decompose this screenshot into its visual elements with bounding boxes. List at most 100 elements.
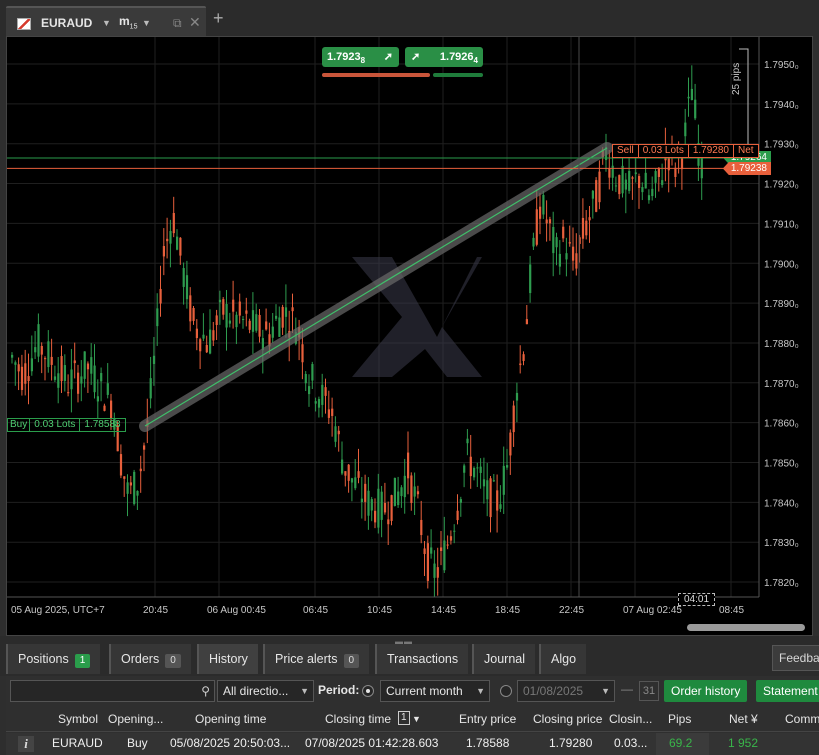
column-header-closing-time[interactable]: Closing time bbox=[325, 712, 391, 726]
chart-horizontal-scrollbar[interactable] bbox=[687, 624, 805, 631]
candle-body bbox=[684, 122, 687, 137]
buy-position-side: Buy bbox=[10, 419, 28, 430]
candle-body bbox=[47, 341, 50, 368]
sell-volume-bar bbox=[322, 73, 430, 77]
close-icon[interactable]: ✕ bbox=[189, 14, 201, 31]
candle-body bbox=[70, 369, 73, 390]
candle-body bbox=[86, 363, 90, 370]
candle-body bbox=[581, 217, 585, 239]
order-history-button[interactable]: Order history bbox=[664, 680, 748, 702]
candle-body bbox=[562, 226, 565, 239]
candle-body bbox=[199, 339, 202, 352]
tab-orders[interactable]: Orders 0 bbox=[109, 644, 191, 674]
add-tab-icon[interactable]: + bbox=[213, 8, 224, 29]
feedback-button[interactable]: Feedba bbox=[772, 645, 819, 671]
candle-body bbox=[192, 307, 195, 321]
buy-position-price: 1.78588 bbox=[79, 419, 124, 431]
candle-body bbox=[370, 499, 373, 511]
cell-direction: Buy bbox=[127, 736, 148, 750]
column-header-closing-price[interactable]: Closing price bbox=[533, 712, 602, 726]
candle-body bbox=[136, 490, 139, 496]
candle-body bbox=[57, 373, 60, 388]
info-icon[interactable]: i bbox=[18, 736, 34, 752]
direction-select[interactable]: All directio... ▼ bbox=[217, 680, 314, 702]
candle-body bbox=[50, 356, 53, 365]
sort-desc-icon[interactable]: ▼ bbox=[412, 714, 421, 724]
candle-body bbox=[119, 454, 123, 476]
candle-body bbox=[585, 220, 588, 236]
column-header-opening-time[interactable]: Opening time bbox=[195, 712, 266, 726]
detach-icon[interactable]: ⧉ bbox=[173, 16, 182, 31]
candle-body bbox=[624, 179, 627, 190]
period-select[interactable]: Current month ▼ bbox=[380, 680, 490, 702]
buy-position-marker[interactable]: Buy 0.03 Lots 1.78588 bbox=[7, 418, 126, 432]
chevron-down-icon: ▼ bbox=[476, 686, 485, 696]
candle-body bbox=[20, 366, 24, 390]
candle-body bbox=[552, 226, 555, 254]
date-from-field[interactable]: 01/08/2025 ▼ bbox=[517, 680, 615, 702]
table-row[interactable]: i EURAUD Buy 05/08/2025 20:50:03... 07/0… bbox=[6, 733, 819, 755]
price-tick-label: 1.7840₀ bbox=[764, 498, 799, 509]
price-chart[interactable]: 1.7950₀ 1.7940₀ 1.7930₀ 1.7920₀ 1.7910₀ 1.790… bbox=[6, 36, 813, 636]
candle-countdown: 04:01 bbox=[678, 593, 715, 606]
candle-body bbox=[456, 510, 459, 521]
search-input[interactable]: ⚲ bbox=[10, 680, 215, 702]
candle-body bbox=[426, 543, 429, 581]
price-tick-label: 1.7900₀ bbox=[764, 259, 799, 270]
buy-quote-button[interactable]: ➚ 1.79264 bbox=[405, 47, 483, 67]
candle-body bbox=[555, 237, 558, 248]
candle-body bbox=[634, 172, 637, 175]
column-header-opening-direction[interactable]: Opening... bbox=[108, 712, 166, 726]
candle-body bbox=[37, 324, 40, 357]
candle-body bbox=[44, 358, 47, 360]
panel-splitter[interactable]: ▬▬ bbox=[0, 636, 819, 646]
symbol-flag-icon bbox=[17, 18, 31, 30]
candle-body bbox=[588, 217, 591, 221]
column-header-symbol[interactable]: Symbol bbox=[58, 712, 98, 726]
candle-body bbox=[291, 307, 294, 312]
candle-body bbox=[641, 187, 644, 193]
column-header-pips[interactable]: Pips bbox=[668, 712, 691, 726]
candle-body bbox=[430, 547, 433, 554]
candle-body bbox=[205, 345, 208, 353]
price-tick-label: 1.7910₀ bbox=[764, 219, 799, 230]
candle-body bbox=[331, 408, 334, 416]
candle-body bbox=[317, 399, 321, 408]
tab-algo[interactable]: Algo bbox=[539, 644, 587, 674]
calendar-icon[interactable]: 31 bbox=[639, 681, 659, 701]
tab-history[interactable]: History bbox=[197, 644, 258, 674]
chart-canvas[interactable]: 1.7950₀ 1.7940₀ 1.7930₀ 1.7920₀ 1.7910₀ 1.790… bbox=[7, 37, 812, 635]
statement-button[interactable]: Statement bbox=[756, 680, 819, 702]
time-tick-label: 22:45 bbox=[559, 605, 584, 616]
candle-body bbox=[463, 465, 466, 473]
column-header-net[interactable]: Net ¥ bbox=[729, 712, 758, 726]
tab-price-alerts[interactable]: Price alerts 0 bbox=[263, 644, 370, 674]
column-header-entry-price[interactable]: Entry price bbox=[459, 712, 516, 726]
tab-journal[interactable]: Journal bbox=[472, 644, 535, 674]
candle-body bbox=[304, 373, 307, 384]
candle-body bbox=[60, 356, 63, 382]
candle-body bbox=[469, 456, 472, 477]
candle-body bbox=[212, 330, 215, 341]
candle-body bbox=[40, 345, 43, 355]
candle-body bbox=[360, 498, 363, 503]
period-custom-radio[interactable] bbox=[500, 685, 512, 697]
column-header-closing-qty[interactable]: Closin... bbox=[609, 712, 653, 726]
column-header-commission[interactable]: Comm bbox=[785, 712, 819, 726]
history-toolbar: ⚲ All directio... ▼ Period: Current month… bbox=[6, 676, 819, 706]
date-from-value: 01/08/2025 bbox=[523, 684, 584, 698]
tab-transactions[interactable]: Transactions bbox=[375, 644, 469, 674]
symbol-chevron-down-icon[interactable]: ▼ bbox=[102, 18, 111, 28]
timeframe-chevron-down-icon[interactable]: ▼ bbox=[142, 18, 151, 28]
chart-tab-euraud[interactable]: EURAUD ▼ m15 ▼ ⧉ ✕ bbox=[6, 6, 206, 36]
tab-positions[interactable]: Positions 1 bbox=[6, 644, 101, 674]
sell-quote-button[interactable]: 1.79238 ➚ bbox=[322, 47, 399, 67]
search-icon[interactable]: ⚲ bbox=[201, 684, 210, 698]
sell-position-marker[interactable]: Sell 0.03 Lots 1.79280 Net bbox=[612, 144, 759, 158]
period-current-radio[interactable] bbox=[362, 685, 374, 697]
timeframe-selector[interactable]: m15 bbox=[119, 14, 137, 30]
candle-body bbox=[509, 432, 512, 456]
price-tick-label: 1.7950₀ bbox=[764, 60, 799, 71]
candle-body bbox=[420, 519, 423, 536]
candle-body bbox=[255, 314, 258, 331]
